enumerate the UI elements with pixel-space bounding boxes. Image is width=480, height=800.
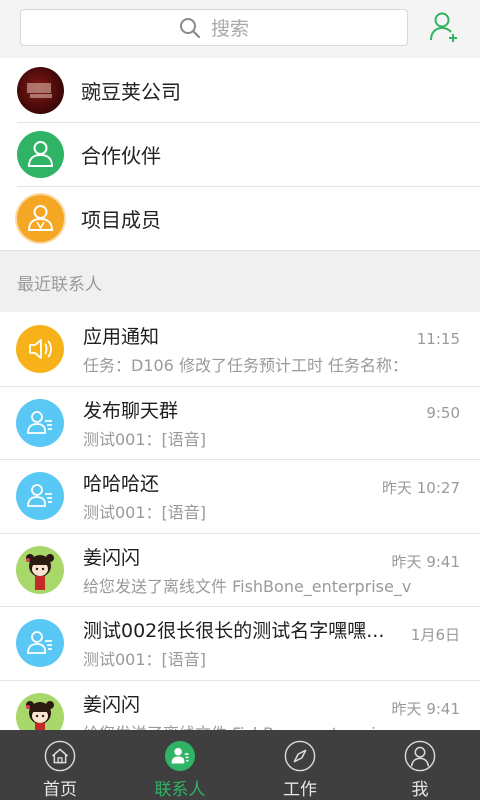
tab-label: 首页 [43,780,77,800]
recent-item[interactable]: 哈哈哈还 测试001：[语音] 昨天 10:27 [0,459,480,533]
recent-item[interactable]: 应用通知 任务：D106 修改了任务预计工时 任务名称： 11:15 [0,312,480,386]
timestamp: 昨天 10:27 [382,479,460,497]
search-placeholder: 搜索 [210,18,249,40]
last-message: 给您发送了离线文件 FishBone_enterprise_v [83,576,412,596]
tab-label: 联系人 [154,780,206,800]
tab-home[interactable]: 首页 [0,730,120,800]
section-title: 最近联系人 [17,275,102,295]
group-list: 豌豆荚公司 合作伙伴 项目成员 [0,58,480,250]
timestamp: 昨天 9:41 [391,699,460,718]
group-item-company[interactable]: 豌豆荚公司 [0,58,480,122]
recent-item[interactable]: 测试002很长很长的测试名字嘿嘿... 测试001：[语音] 1月6日 [0,606,480,680]
last-message: 给您发送了离线文件 FishBone_enterprise_v [83,720,426,731]
cartoon-girl-avatar [16,545,64,594]
contact-name: 应用通知 [83,326,160,348]
contact-name: 姜闪闪 [83,546,141,569]
group-chat-icon [16,472,64,520]
timestamp: 1月6日 [410,626,460,644]
contact-name: 姜闪闪 [83,693,141,716]
group-chat-icon [16,619,64,667]
group-chat-icon [16,398,64,447]
search-icon [179,17,201,38]
search-bar: 搜索 [0,0,480,58]
last-message: 测试001：[语音] [83,429,207,449]
group-item-project-members[interactable]: 项目成员 [0,186,480,250]
add-contact-icon[interactable] [428,10,462,44]
recent-item[interactable]: 发布聊天群 测试001：[语音] 9:50 [0,385,480,460]
last-message: 任务：D106 修改了任务预计工时 任务名称： [83,356,409,375]
tab-me[interactable]: 我 [360,730,480,800]
recent-item[interactable]: 姜闪闪 给您发送了离线文件 FishBone_enterprise_v 昨天 9… [0,679,480,731]
company-logo-avatar [17,66,64,114]
tab-work[interactable]: 工作 [240,730,360,800]
partners-icon [17,130,64,178]
group-label-project-members: 项目成员 [81,207,161,232]
recent-contacts-header: 最近联系人 [0,250,480,312]
timestamp: 9:50 [426,403,460,422]
contacts-icon [164,740,196,772]
recent-contacts-list: 应用通知 任务：D106 修改了任务预计工时 任务名称： 11:15 发布聊天群… [0,312,480,730]
timestamp: 11:15 [416,330,460,348]
group-label-partners: 合作伙伴 [81,143,161,168]
last-message: 测试001：[语音] [83,650,207,669]
last-message: 测试001：[语音] [83,503,207,522]
timestamp: 昨天 9:41 [391,552,460,571]
profile-icon [404,740,436,772]
group-label-company: 豌豆荚公司 [81,79,181,104]
group-item-partners[interactable]: 合作伙伴 [0,122,480,186]
speaker-icon [16,325,64,373]
cartoon-girl-avatar [16,692,64,730]
project-members-icon [17,194,64,242]
home-icon [44,740,76,772]
compass-icon [284,740,316,772]
contact-name: 哈哈哈还 [83,473,160,495]
contact-name: 发布聊天群 [83,399,179,422]
contact-name: 测试002很长很长的测试名字嘿嘿... [83,620,385,642]
search-input[interactable]: 搜索 [20,9,408,46]
tab-contacts[interactable]: 联系人 [120,730,240,800]
recent-item[interactable]: 姜闪闪 给您发送了离线文件 FishBone_enterprise_v 昨天 9… [0,532,480,607]
bottom-tab-bar: 首页 联系人 工作 我 [0,730,480,800]
tab-label: 工作 [283,780,317,800]
tab-label: 我 [411,780,429,800]
